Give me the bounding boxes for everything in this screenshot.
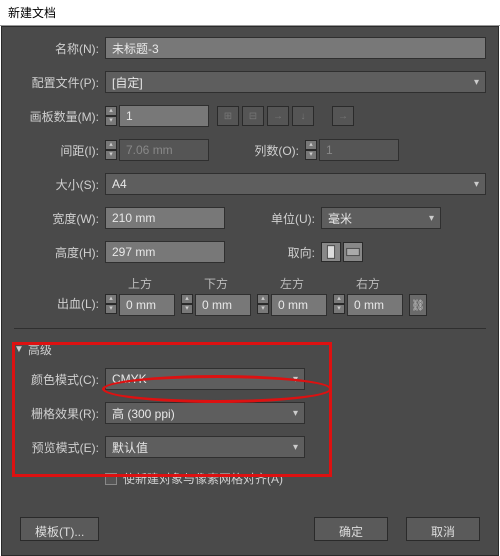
height-label: 高度(H):	[14, 244, 99, 261]
bleed-bottom-stepper[interactable]: ▴▾	[181, 294, 193, 316]
preview-label: 预览模式(E):	[14, 439, 99, 456]
advanced-toggle[interactable]: ▼ 高级	[14, 341, 486, 358]
bleed-top-stepper[interactable]: ▴▾	[105, 294, 117, 316]
arrange-down-icon: ↓	[292, 106, 314, 126]
bleed-top-input[interactable]	[119, 294, 175, 316]
portrait-button[interactable]	[321, 242, 341, 262]
profile-select[interactable]: [自定]	[105, 71, 486, 93]
preview-select[interactable]: 默认值	[105, 436, 305, 458]
units-select[interactable]: 毫米	[321, 207, 441, 229]
bleed-bottom-input[interactable]	[195, 294, 251, 316]
artboards-stepper[interactable]: ▴▾	[105, 106, 117, 126]
size-select[interactable]: A4	[105, 173, 486, 195]
height-input[interactable]	[105, 241, 225, 263]
cancel-button[interactable]: 取消	[406, 517, 480, 541]
bleed-left-label: 左方	[267, 275, 317, 292]
name-label: 名称(N):	[14, 40, 99, 57]
columns-input	[319, 139, 399, 161]
orientation-label: 取向:	[255, 244, 315, 261]
units-label: 单位(U):	[255, 210, 315, 227]
bleed-label: 出血(L):	[14, 295, 99, 312]
profile-label: 配置文件(P):	[14, 74, 99, 91]
pixelgrid-label: 使新建对象与像素网格对齐(A)	[123, 470, 283, 487]
size-label: 大小(S):	[14, 176, 99, 193]
spacing-stepper: ▴▾	[105, 140, 117, 160]
bleed-right-input[interactable]	[347, 294, 403, 316]
width-label: 宽度(W):	[14, 210, 99, 227]
columns-label: 列数(O):	[239, 142, 299, 159]
bleed-left-input[interactable]	[271, 294, 327, 316]
raster-label: 栅格效果(R):	[14, 405, 99, 422]
columns-stepper: ▴▾	[305, 140, 317, 160]
bleed-left-stepper[interactable]: ▴▾	[257, 294, 269, 316]
artboards-input[interactable]	[119, 105, 209, 127]
name-input[interactable]	[105, 37, 486, 59]
grid-layout-icon: ⊞	[217, 106, 239, 126]
spacing-label: 间距(I):	[14, 142, 99, 159]
template-button[interactable]: 模板(T)...	[20, 517, 99, 541]
bleed-right-stepper[interactable]: ▴▾	[333, 294, 345, 316]
advanced-title: 高级	[28, 341, 52, 358]
colormode-label: 颜色模式(C):	[14, 371, 99, 388]
colormode-select[interactable]: CMYK	[105, 368, 305, 390]
window-title: 新建文档	[0, 0, 500, 26]
link-bleed-icon[interactable]: ⛓	[409, 294, 427, 316]
pixelgrid-checkbox[interactable]	[105, 473, 117, 485]
width-input[interactable]	[105, 207, 225, 229]
ok-button[interactable]: 确定	[314, 517, 388, 541]
raster-select[interactable]: 高 (300 ppi)	[105, 402, 305, 424]
artboards-label: 画板数量(M):	[14, 108, 99, 125]
bleed-bottom-label: 下方	[191, 275, 241, 292]
dialog-body: 名称(N): 配置文件(P): [自定] 画板数量(M): ▴▾ ⊞ ⊟ → ↓…	[1, 26, 499, 556]
arrow-icon: →	[332, 106, 354, 126]
bleed-right-label: 右方	[343, 275, 393, 292]
spacing-input	[119, 139, 209, 161]
landscape-button[interactable]	[343, 242, 363, 262]
chevron-down-icon: ▼	[14, 344, 24, 355]
row-layout-icon: ⊟	[242, 106, 264, 126]
arrange-right-icon: →	[267, 106, 289, 126]
bleed-top-label: 上方	[115, 275, 165, 292]
